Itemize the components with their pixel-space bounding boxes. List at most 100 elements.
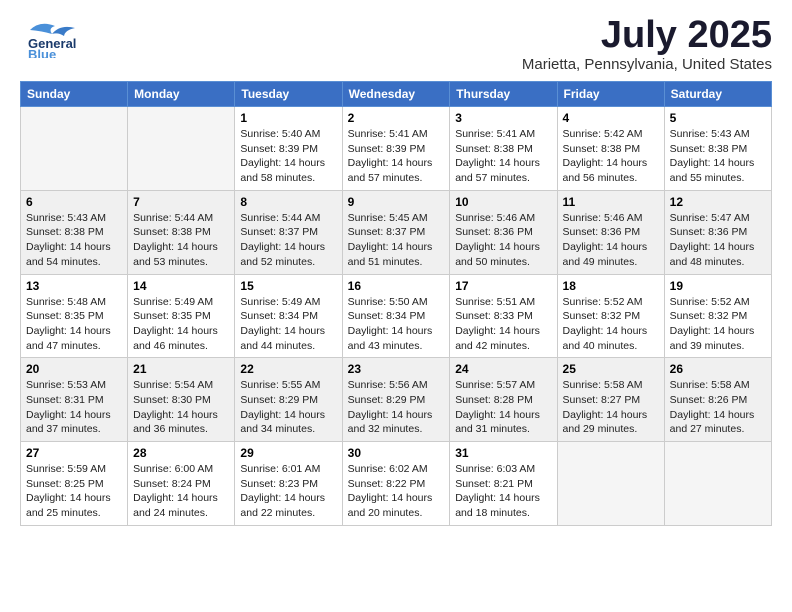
calendar-cell: 12 Sunrise: 5:47 AM Sunset: 8:36 PM Dayli… [664,190,771,274]
calendar-cell: 2 Sunrise: 5:41 AM Sunset: 8:39 PM Daylig… [342,107,450,191]
day-number: 25 [563,362,659,376]
day-number: 31 [455,446,551,460]
cell-content: Sunrise: 6:00 AM Sunset: 8:24 PM Dayligh… [133,462,229,521]
calendar-cell: 7 Sunrise: 5:44 AM Sunset: 8:38 PM Daylig… [128,190,235,274]
day-number: 3 [455,111,551,125]
day-number: 17 [455,279,551,293]
calendar-cell: 23 Sunrise: 5:56 AM Sunset: 8:29 PM Dayli… [342,358,450,442]
calendar-cell: 22 Sunrise: 5:55 AM Sunset: 8:29 PM Dayli… [235,358,342,442]
cell-content: Sunrise: 5:51 AM Sunset: 8:33 PM Dayligh… [455,295,551,354]
calendar-cell: 9 Sunrise: 5:45 AM Sunset: 8:37 PM Daylig… [342,190,450,274]
cell-content: Sunrise: 5:43 AM Sunset: 8:38 PM Dayligh… [670,127,766,186]
day-number: 5 [670,111,766,125]
calendar-cell: 1Sunrise: 5:40 AM Sunset: 8:39 PM Daylig… [235,107,342,191]
day-header-sunday: Sunday [21,82,128,107]
calendar-cell: 10 Sunrise: 5:46 AM Sunset: 8:36 PM Dayli… [450,190,557,274]
day-number: 2 [348,111,445,125]
day-number: 24 [455,362,551,376]
cell-content: Sunrise: 5:48 AM Sunset: 8:35 PM Dayligh… [26,295,122,354]
day-number: 22 [240,362,336,376]
day-number: 7 [133,195,229,209]
day-header-saturday: Saturday [664,82,771,107]
day-number: 23 [348,362,445,376]
cell-content: Sunrise: 5:58 AM Sunset: 8:26 PM Dayligh… [670,378,766,437]
calendar-cell: 3Sunrise: 5:41 AM Sunset: 8:38 PM Daylig… [450,107,557,191]
calendar-cell: 24 Sunrise: 5:57 AM Sunset: 8:28 PM Dayli… [450,358,557,442]
day-number: 27 [26,446,122,460]
cell-content: Sunrise: 5:55 AM Sunset: 8:29 PM Dayligh… [240,378,336,437]
calendar-cell [664,442,771,526]
day-header-tuesday: Tuesday [235,82,342,107]
day-number: 10 [455,195,551,209]
calendar-cell: 17 Sunrise: 5:51 AM Sunset: 8:33 PM Dayli… [450,274,557,358]
cell-content: Sunrise: 6:01 AM Sunset: 8:23 PM Dayligh… [240,462,336,521]
subtitle: Marietta, Pennsylvania, United States [522,56,772,73]
week-row-2: 6 Sunrise: 5:43 AM Sunset: 8:38 PM Daylig… [21,190,772,274]
month-title: July 2025 [522,16,772,54]
cell-content: Sunrise: 5:47 AM Sunset: 8:36 PM Dayligh… [670,211,766,270]
day-number: 28 [133,446,229,460]
calendar-cell: 21 Sunrise: 5:54 AM Sunset: 8:30 PM Dayli… [128,358,235,442]
svg-text:Blue: Blue [28,47,56,58]
day-number: 11 [563,195,659,209]
cell-content: Sunrise: 5:46 AM Sunset: 8:36 PM Dayligh… [563,211,659,270]
day-number: 6 [26,195,122,209]
calendar-cell: 29Sunrise: 6:01 AM Sunset: 8:23 PM Dayli… [235,442,342,526]
cell-content: Sunrise: 5:49 AM Sunset: 8:34 PM Dayligh… [240,295,336,354]
cell-content: Sunrise: 5:43 AM Sunset: 8:38 PM Dayligh… [26,211,122,270]
day-number: 21 [133,362,229,376]
cell-content: Sunrise: 5:46 AM Sunset: 8:36 PM Dayligh… [455,211,551,270]
day-number: 18 [563,279,659,293]
day-number: 16 [348,279,445,293]
cell-content: Sunrise: 5:42 AM Sunset: 8:38 PM Dayligh… [563,127,659,186]
day-number: 9 [348,195,445,209]
day-number: 30 [348,446,445,460]
calendar-cell: 5 Sunrise: 5:43 AM Sunset: 8:38 PM Daylig… [664,107,771,191]
calendar-cell: 11 Sunrise: 5:46 AM Sunset: 8:36 PM Dayli… [557,190,664,274]
day-header-friday: Friday [557,82,664,107]
cell-content: Sunrise: 5:56 AM Sunset: 8:29 PM Dayligh… [348,378,445,437]
cell-content: Sunrise: 5:53 AM Sunset: 8:31 PM Dayligh… [26,378,122,437]
cell-content: Sunrise: 5:44 AM Sunset: 8:37 PM Dayligh… [240,211,336,270]
day-number: 20 [26,362,122,376]
calendar-cell: 26Sunrise: 5:58 AM Sunset: 8:26 PM Dayli… [664,358,771,442]
day-number: 14 [133,279,229,293]
calendar-table: SundayMondayTuesdayWednesdayThursdayFrid… [20,81,772,526]
cell-content: Sunrise: 6:03 AM Sunset: 8:21 PM Dayligh… [455,462,551,521]
week-row-5: 27Sunrise: 5:59 AM Sunset: 8:25 PM Dayli… [21,442,772,526]
calendar-cell: 19Sunrise: 5:52 AM Sunset: 8:32 PM Dayli… [664,274,771,358]
cell-content: Sunrise: 5:50 AM Sunset: 8:34 PM Dayligh… [348,295,445,354]
day-number: 8 [240,195,336,209]
day-number: 12 [670,195,766,209]
calendar-cell [557,442,664,526]
calendar-header-row: SundayMondayTuesdayWednesdayThursdayFrid… [21,82,772,107]
calendar-cell: 14 Sunrise: 5:49 AM Sunset: 8:35 PM Dayli… [128,274,235,358]
page-header: General Blue July 2025 Marietta, Pennsyl… [20,16,772,73]
calendar-cell: 15Sunrise: 5:49 AM Sunset: 8:34 PM Dayli… [235,274,342,358]
day-number: 19 [670,279,766,293]
cell-content: Sunrise: 5:41 AM Sunset: 8:39 PM Dayligh… [348,127,445,186]
cell-content: Sunrise: 5:44 AM Sunset: 8:38 PM Dayligh… [133,211,229,270]
calendar-cell: 25Sunrise: 5:58 AM Sunset: 8:27 PM Dayli… [557,358,664,442]
calendar-cell [128,107,235,191]
title-block: July 2025 Marietta, Pennsylvania, United… [522,16,772,73]
cell-content: Sunrise: 5:52 AM Sunset: 8:32 PM Dayligh… [563,295,659,354]
calendar-cell: 18 Sunrise: 5:52 AM Sunset: 8:32 PM Dayli… [557,274,664,358]
logo: General Blue [20,16,110,58]
week-row-4: 20 Sunrise: 5:53 AM Sunset: 8:31 PM Dayli… [21,358,772,442]
day-number: 4 [563,111,659,125]
calendar-cell: 30 Sunrise: 6:02 AM Sunset: 8:22 PM Dayli… [342,442,450,526]
cell-content: Sunrise: 5:54 AM Sunset: 8:30 PM Dayligh… [133,378,229,437]
calendar-cell: 31 Sunrise: 6:03 AM Sunset: 8:21 PM Dayli… [450,442,557,526]
day-header-wednesday: Wednesday [342,82,450,107]
day-number: 13 [26,279,122,293]
cell-content: Sunrise: 5:57 AM Sunset: 8:28 PM Dayligh… [455,378,551,437]
cell-content: Sunrise: 5:45 AM Sunset: 8:37 PM Dayligh… [348,211,445,270]
cell-content: Sunrise: 6:02 AM Sunset: 8:22 PM Dayligh… [348,462,445,521]
cell-content: Sunrise: 5:49 AM Sunset: 8:35 PM Dayligh… [133,295,229,354]
calendar-cell: 27Sunrise: 5:59 AM Sunset: 8:25 PM Dayli… [21,442,128,526]
calendar-cell: 20 Sunrise: 5:53 AM Sunset: 8:31 PM Dayli… [21,358,128,442]
calendar-cell: 4 Sunrise: 5:42 AM Sunset: 8:38 PM Daylig… [557,107,664,191]
cell-content: Sunrise: 5:40 AM Sunset: 8:39 PM Dayligh… [240,127,336,186]
day-header-thursday: Thursday [450,82,557,107]
